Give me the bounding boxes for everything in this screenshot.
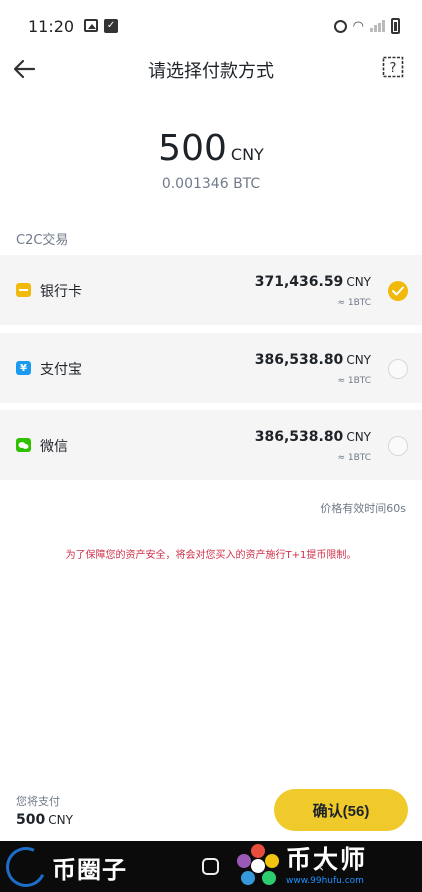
status-bar: 11:20 ✓ ◠ <box>0 0 422 52</box>
alarm-icon <box>333 19 347 33</box>
wifi-icon: ◠ <box>352 18 364 34</box>
watermark-right: 币大师 www.99hufu.com <box>236 844 367 888</box>
signal-icon <box>370 20 385 32</box>
check-notification-icon: ✓ <box>104 19 119 33</box>
help-icon[interactable]: ? <box>381 55 405 79</box>
confirm-button[interactable]: 确认(56) <box>274 789 408 831</box>
payment-price: 386,538.80 CNY <box>254 352 371 368</box>
pay-will-amount: 500 CNY <box>16 812 73 828</box>
amount-currency: CNY <box>230 145 264 164</box>
amount-btc: 0.001346 BTC <box>161 176 261 192</box>
payment-price: 386,538.80 CNY <box>254 429 371 445</box>
back-nav-icon[interactable]: ‹ <box>318 857 324 876</box>
flower-logo-icon <box>236 844 280 888</box>
amount-value: 500 <box>158 128 227 169</box>
status-time: 11:20 <box>28 16 75 36</box>
navigation-bar: 币圈子 币大师 www.99hufu.com ‹ <box>0 841 422 892</box>
radio-unchecked-icon[interactable] <box>388 359 408 379</box>
header: 请选择付款方式 ? <box>0 52 422 88</box>
payment-price: 371,436.59 CNY <box>254 274 371 290</box>
pay-will-label: 您将支付 <box>16 795 60 808</box>
payment-label: 支付宝 <box>40 362 82 378</box>
home-nav-button[interactable] <box>202 858 219 875</box>
security-notice: 为了保障您的资产安全，将会对您买入的资产施行T+1提币限制。 <box>65 550 357 561</box>
svg-text:?: ? <box>390 61 397 76</box>
system-icons: ◠ <box>333 18 400 34</box>
notification-icons: ✓ <box>84 19 119 33</box>
footer: 您将支付 500 CNY 确认(56) <box>0 779 422 841</box>
payment-rate: ≈ 1BTC <box>337 298 371 308</box>
bank-card-icon <box>16 283 31 297</box>
watermark-right-text: 币大师 <box>286 845 368 874</box>
watermark-left-text: 币圈子 <box>52 855 127 884</box>
radio-unchecked-icon[interactable] <box>388 436 408 456</box>
watermark-left: 币圈子 <box>0 841 127 892</box>
payment-label: 银行卡 <box>40 284 82 300</box>
watermark-url: www.99hufu.com <box>286 876 364 886</box>
payment-label: 微信 <box>40 439 68 455</box>
battery-icon <box>391 18 400 34</box>
payment-option-bank-card[interactable]: 银行卡 371,436.59 CNY ≈ 1BTC <box>0 255 422 325</box>
page-title: 请选择付款方式 <box>148 61 274 82</box>
alipay-icon: ¥ <box>16 361 31 375</box>
payment-option-wechat[interactable]: 微信 386,538.80 CNY ≈ 1BTC <box>0 410 422 480</box>
wechat-icon <box>16 438 31 452</box>
payment-rate: ≈ 1BTC <box>337 376 371 386</box>
payment-option-alipay[interactable]: ¥ 支付宝 386,538.80 CNY ≈ 1BTC <box>0 333 422 403</box>
price-validity: 价格有效时间60s <box>320 502 406 515</box>
section-label: C2C交易 <box>16 233 69 248</box>
amount-display: 500 CNY <box>0 128 422 169</box>
gallery-notification-icon <box>84 19 99 32</box>
radio-checked-icon[interactable] <box>388 281 408 301</box>
payment-rate: ≈ 1BTC <box>337 453 371 463</box>
watermark-logo-icon <box>0 841 52 892</box>
